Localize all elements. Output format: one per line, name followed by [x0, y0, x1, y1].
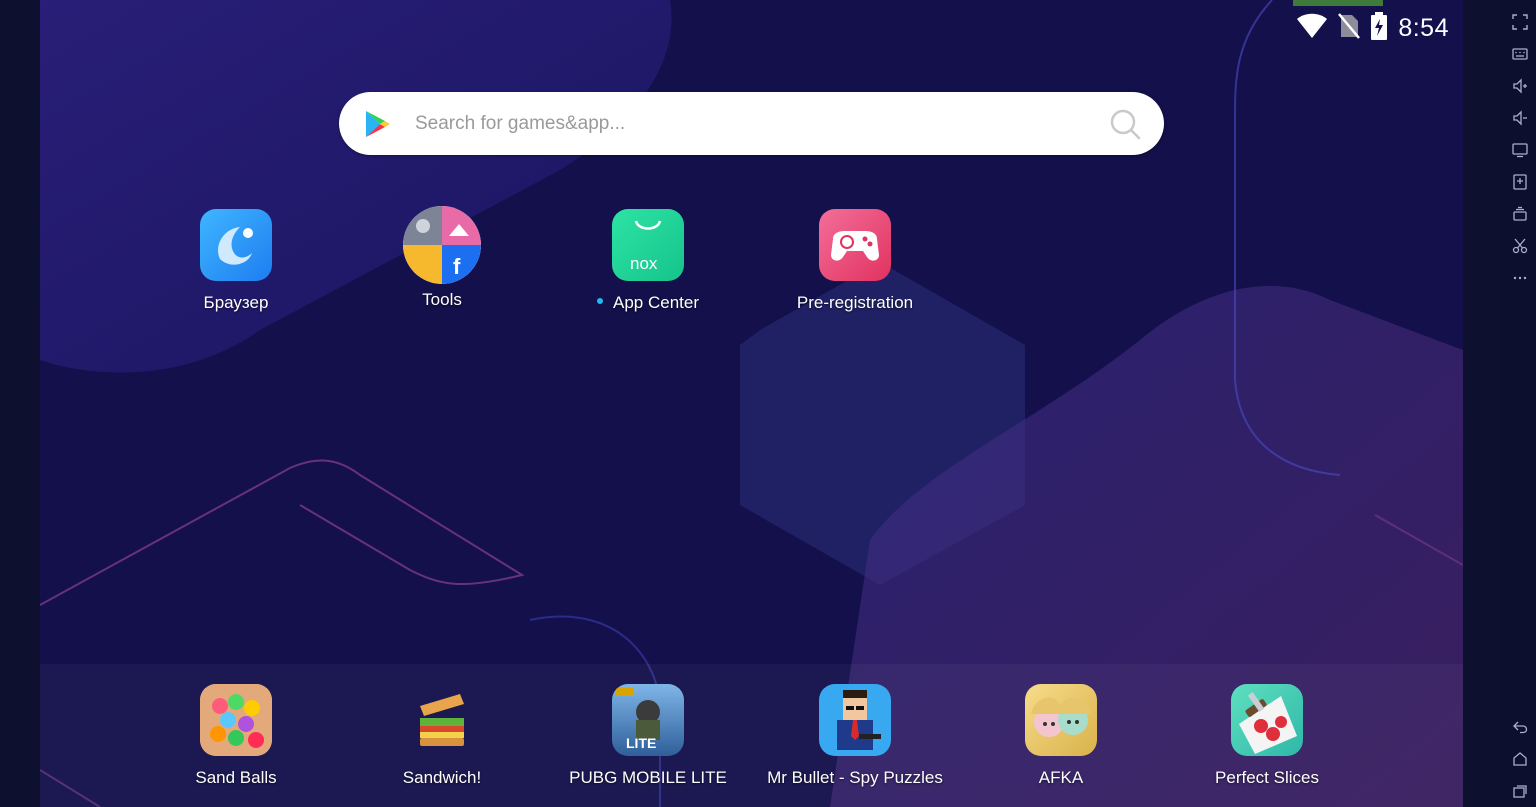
notification-tab[interactable] [1293, 0, 1383, 6]
play-store-icon [366, 110, 390, 137]
app-tools-folder[interactable]: f Tools [342, 206, 542, 310]
no-sim-icon [1338, 12, 1361, 44]
app-pubg-mobile-lite[interactable]: LITE PUBG MOBILE LITE [548, 684, 748, 788]
keyboard-icon[interactable] [1509, 43, 1531, 65]
app-app-center[interactable]: nox App Center [548, 209, 748, 313]
app-label: Perfect Slices [1215, 768, 1319, 787]
volume-down-icon[interactable] [1509, 107, 1531, 129]
app-label: Sandwich! [402, 768, 482, 787]
app-label: Sand Balls [195, 768, 277, 787]
search-bar[interactable] [339, 92, 1164, 155]
clock: 8:54 [1398, 13, 1449, 42]
browser-icon [200, 209, 272, 281]
app-mr-bullet[interactable]: Mr Bullet - Spy Puzzles [755, 684, 955, 788]
sand-balls-icon [200, 684, 272, 756]
app-label: Tools [422, 290, 462, 309]
status-bar: 8:54 [1296, 10, 1449, 46]
app-afka[interactable]: AFKA [961, 684, 1161, 788]
app-label: AFKA [1038, 768, 1084, 787]
screen-icon[interactable] [1509, 139, 1531, 161]
new-badge-dot [597, 297, 603, 304]
pubg-lite-icon: LITE [612, 684, 684, 756]
home-icon[interactable] [1509, 748, 1531, 770]
app-pre-registration[interactable]: Pre-registration [755, 209, 955, 313]
screenshot-cut-icon[interactable] [1509, 235, 1531, 257]
app-label: PUBG MOBILE LITE [569, 768, 727, 787]
sandwich-icon [406, 684, 478, 756]
svg-text:nox: nox [630, 254, 658, 273]
fullscreen-icon[interactable] [1509, 11, 1531, 33]
mr-bullet-icon [819, 684, 891, 756]
more-icon[interactable] [1509, 267, 1531, 289]
app-sandwich[interactable]: Sandwich! [342, 684, 542, 788]
search-input[interactable] [413, 111, 1108, 136]
app-label: Pre-registration [796, 293, 914, 312]
emulator-left-gutter [0, 0, 40, 807]
recents-icon[interactable] [1509, 780, 1531, 802]
battery-charging-icon [1370, 11, 1388, 45]
app-label: Браузер [203, 293, 269, 312]
svg-text:f: f [453, 254, 461, 279]
app-perfect-slices[interactable]: Perfect Slices [1167, 684, 1367, 788]
tools-folder-icon: f [403, 206, 481, 284]
nox-app-center-icon: nox [612, 209, 684, 281]
app-label: Mr Bullet - Spy Puzzles [767, 768, 943, 787]
wifi-icon [1296, 13, 1328, 44]
android-home-screen: 8:54 Браузер [40, 0, 1463, 807]
perfect-slices-icon [1231, 684, 1303, 756]
add-apk-icon[interactable] [1509, 171, 1531, 193]
app-label-row: App Center [548, 293, 748, 313]
multi-instance-icon[interactable] [1509, 203, 1531, 225]
svg-text:LITE: LITE [626, 735, 656, 751]
app-browser[interactable]: Браузер [136, 209, 336, 313]
gamepad-icon [819, 209, 891, 281]
back-icon[interactable] [1509, 716, 1531, 738]
afka-icon [1025, 684, 1097, 756]
volume-up-icon[interactable] [1509, 75, 1531, 97]
app-label: App Center [613, 293, 699, 312]
search-icon[interactable] [1108, 107, 1142, 141]
app-sand-balls[interactable]: Sand Balls [136, 684, 336, 788]
